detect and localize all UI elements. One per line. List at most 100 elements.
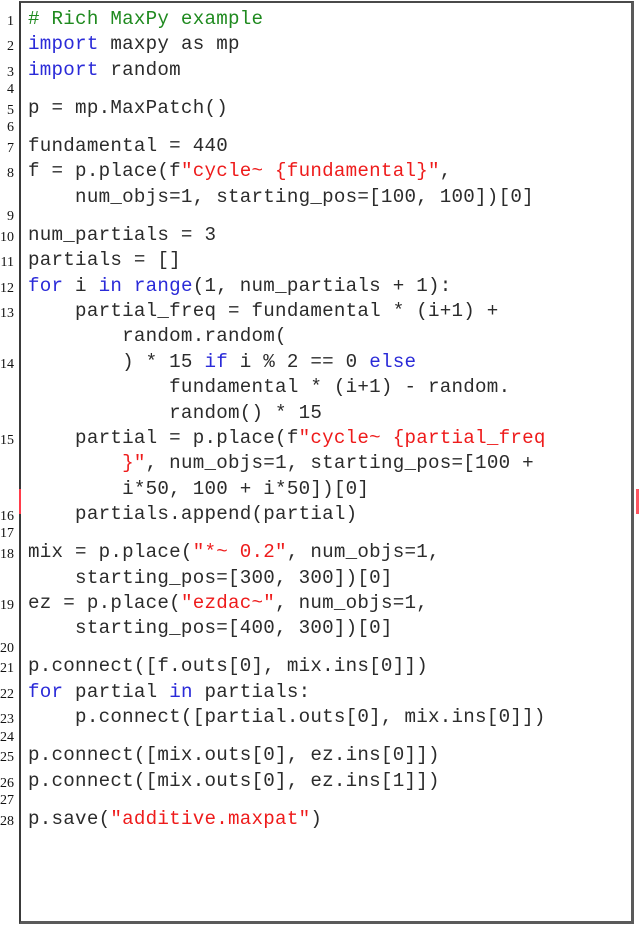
- code-token: p = mp.MaxPatch(): [28, 96, 228, 119]
- code-token: fundamental = 440: [28, 134, 228, 157]
- keyword-token: in: [169, 680, 193, 703]
- string-token: "additive.maxpat": [110, 807, 311, 830]
- line-number: 2: [7, 39, 14, 55]
- line-number: 25: [0, 750, 14, 766]
- code-token: , num_objs=1, starting_pos=[100 +: [145, 452, 534, 475]
- code-line: 24: [0, 730, 640, 745]
- code-line-continuation: random.random(: [0, 324, 640, 349]
- code-text: random() * 15: [28, 401, 322, 426]
- code-line: 7 fundamental = 440: [0, 134, 640, 159]
- string-token: }": [28, 452, 146, 475]
- string-token: "cycle~ {fundamental}": [180, 160, 440, 183]
- keyword-token: if: [204, 350, 228, 373]
- keyword-token: for: [28, 274, 64, 297]
- line-number: 11: [0, 255, 14, 271]
- code-token: i % 2 == 0: [228, 350, 370, 373]
- code-line: 15 partial = p.place(f"cycle~ {partial_f…: [0, 426, 640, 451]
- keyword-token: else: [369, 350, 417, 373]
- code-line: 3 import random: [0, 58, 640, 83]
- code-token: num_partials = 3: [28, 223, 217, 246]
- line-number: 18: [0, 547, 14, 563]
- code-text: # Rich MaxPy example: [28, 7, 263, 32]
- code-line: 21 p.connect([f.outs[0], mix.ins[0]]): [0, 654, 640, 679]
- code-line: 5p = mp.MaxPatch(): [0, 96, 640, 121]
- keyword-token: for: [28, 680, 64, 703]
- code-text: f = p.place(f"cycle~ {fundamental}",: [28, 159, 452, 184]
- code-text: starting_pos=[300, 300])[0]: [28, 566, 393, 591]
- code-token: (1, num_partials + 1):: [192, 274, 452, 297]
- code-token: p.connect([f.outs[0], mix.ins[0]]): [28, 655, 428, 678]
- line-number: 28: [0, 813, 14, 829]
- code-token: , num_objs=1,: [286, 541, 440, 564]
- line-number: 10: [0, 229, 14, 245]
- code-text: }", num_objs=1, starting_pos=[100 +: [28, 451, 534, 476]
- code-line: 6: [0, 120, 640, 135]
- code-text: starting_pos=[400, 300])[0]: [28, 616, 393, 641]
- code-token: partials.append(partial): [28, 503, 358, 526]
- code-line: 9: [0, 209, 640, 224]
- code-token: fundamental * (i+1) - random.: [28, 376, 511, 399]
- code-token: ): [310, 807, 323, 830]
- code-token: ) * 15: [28, 350, 205, 373]
- code-token: ,: [439, 160, 452, 183]
- comment-token: # Rich MaxPy example: [28, 8, 264, 30]
- code-line: 23 p.connect([partial.outs[0], mix.ins[0…: [0, 705, 640, 730]
- code-line-continuation: starting_pos=[400, 300])[0]: [0, 616, 640, 641]
- code-token: starting_pos=[300, 300])[0]: [28, 566, 393, 589]
- code-line-continuation: }", num_objs=1, starting_pos=[100 +: [0, 451, 640, 476]
- line-number: 8: [7, 166, 14, 182]
- code-text: fundamental = 440: [28, 134, 228, 159]
- string-token: "ezdac~": [180, 591, 276, 614]
- code-line: 4: [0, 82, 640, 97]
- code-text: ez = p.place("ezdac~", num_objs=1,: [28, 591, 428, 616]
- code-text: p.connect([mix.outs[0], ez.ins[0]]): [28, 743, 440, 768]
- code-line: 2 import maxpy as mp: [0, 32, 640, 57]
- code-line: 19 ez = p.place("ezdac~", num_objs=1,: [0, 591, 640, 616]
- code-text: num_objs=1, starting_pos=[100, 100])[0]: [28, 185, 534, 210]
- code-line: 13 partial_freq = fundamental * (i+1) +: [0, 299, 640, 324]
- code-line-continuation: fundamental * (i+1) - random.: [0, 375, 640, 400]
- code-line: 18 mix = p.place("*~ 0.2", num_objs=1,: [0, 540, 640, 565]
- code-line-continuation: random() * 15: [0, 401, 640, 426]
- code-text: random.random(: [28, 324, 287, 349]
- line-number: 21: [0, 661, 14, 677]
- code-token: i*50, 100 + i*50])[0]: [28, 477, 370, 500]
- code-text: i*50, 100 + i*50])[0]: [28, 477, 369, 502]
- line-number: 12: [0, 280, 14, 296]
- line-number: 13: [0, 305, 14, 321]
- code-line: 26 p.connect([mix.outs[0], ez.ins[1]]): [0, 769, 640, 794]
- code-text: partials = []: [28, 248, 181, 273]
- code-line: 1 # Rich MaxPy example: [0, 7, 640, 32]
- keyword-token: range: [133, 274, 193, 297]
- code-line: 20: [0, 641, 640, 656]
- code-token: mix = p.place(: [28, 541, 193, 564]
- code-token: i: [63, 274, 99, 297]
- keyword-token: in: [98, 274, 123, 297]
- code-line: 14 ) * 15 if i % 2 == 0 else: [0, 350, 640, 375]
- code-text: import maxpy as mp: [28, 32, 240, 57]
- code-text: p.save("additive.maxpat"): [28, 807, 322, 832]
- keyword-token: import: [28, 33, 99, 56]
- code-token: random: [98, 58, 181, 81]
- code-line: 8 f = p.place(f"cycle~ {fundamental}",: [0, 159, 640, 184]
- code-line-continuation: i*50, 100 + i*50])[0]: [0, 477, 640, 502]
- code-text: fundamental * (i+1) - random.: [28, 375, 510, 400]
- code-text: for partial in partials:: [28, 680, 310, 705]
- code-token: ez = p.place(: [28, 591, 181, 614]
- code-token: random() * 15: [28, 401, 323, 424]
- code-token: f = p.place(f: [28, 160, 181, 183]
- code-token: p.connect([partial.outs[0], mix.ins[0]]): [28, 706, 546, 729]
- code-line: 12 for i in range(1, num_partials + 1):: [0, 274, 640, 299]
- code-text: p.connect([f.outs[0], mix.ins[0]]): [28, 654, 428, 679]
- code-line: 27: [0, 793, 640, 808]
- line-number: 15: [0, 432, 14, 448]
- code-text: import random: [28, 58, 181, 83]
- code-line: 10 num_partials = 3: [0, 223, 640, 248]
- code-token: starting_pos=[400, 300])[0]: [28, 617, 393, 640]
- code-text: partial_freq = fundamental * (i+1) +: [28, 299, 499, 324]
- code-listing: 1 # Rich MaxPy example 2 import maxpy as mp…: [0, 7, 640, 832]
- code-text: partial = p.place(f"cycle~ {partial_freq: [28, 426, 546, 451]
- code-line-continuation: starting_pos=[300, 300])[0]: [0, 566, 640, 591]
- string-token: "*~ 0.2": [192, 541, 287, 564]
